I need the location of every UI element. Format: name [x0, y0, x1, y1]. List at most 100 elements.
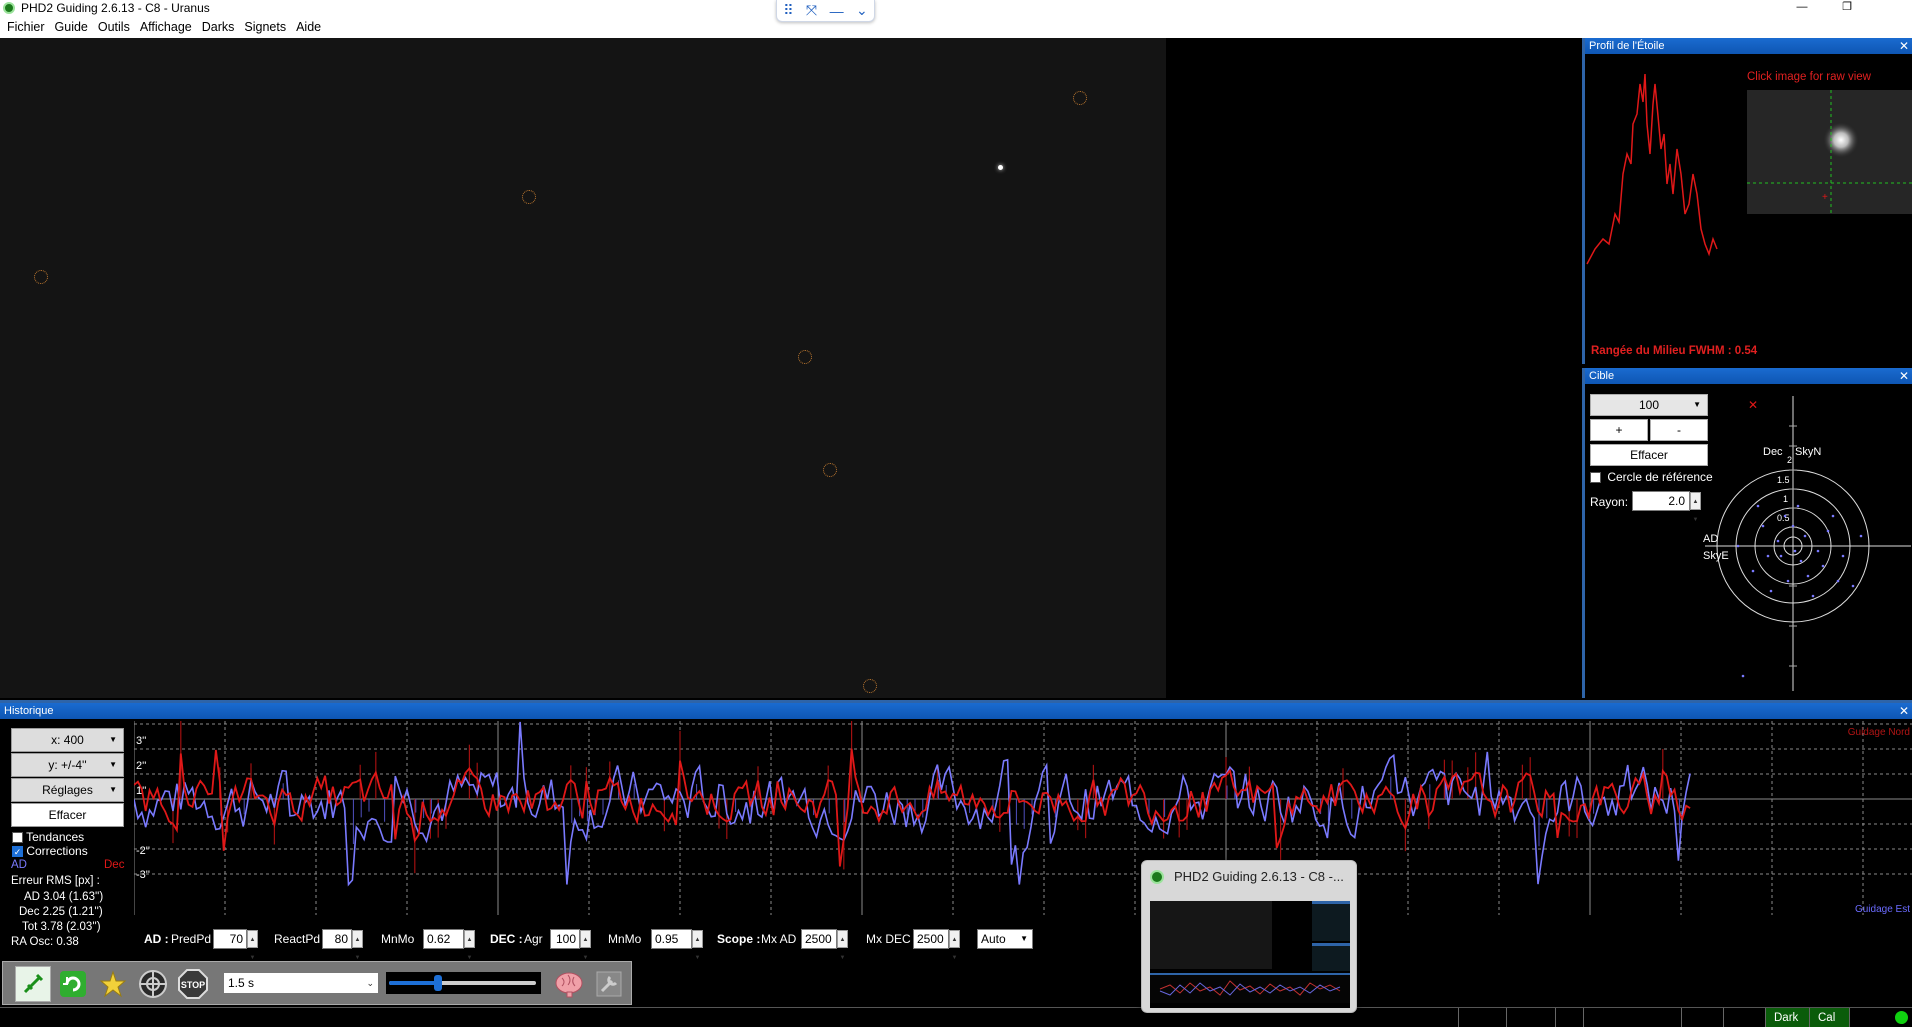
main-toolbar: STOP 1.5 s ⌄: [2, 961, 632, 1005]
predpd-value: 70: [229, 932, 243, 946]
trends-label: Tendances: [26, 830, 85, 844]
mxad-input[interactable]: 2500 ▲ ▼: [801, 929, 848, 961]
raw-view-hint: Click image for raw view: [1747, 71, 1871, 83]
x-scale-dropdown[interactable]: x: 400 ▼: [11, 728, 124, 752]
lock-position-icon: +: [1822, 192, 1828, 203]
pane-header: Historique ✕: [0, 703, 1912, 719]
loop-button[interactable]: [55, 966, 91, 1002]
mnmo-ra-input[interactable]: 0.62 ▲ ▼: [423, 929, 475, 961]
snap-layout-widget[interactable]: ⠿ ⤧ — ⌄: [776, 0, 875, 22]
star-marker[interactable]: [34, 270, 48, 284]
title-bar: PHD2 Guiding 2.6.13 - C8 - Uranus — ❐: [0, 0, 1912, 16]
history-clear-button[interactable]: Effacer: [11, 803, 124, 827]
predpd-spinner[interactable]: ▲ ▼: [247, 930, 258, 961]
status-bar: Dark Cal: [0, 1007, 1912, 1027]
auto-select-star-button[interactable]: [95, 966, 131, 1002]
restore-button[interactable]: ❐: [1825, 0, 1869, 14]
cal-status: Cal: [1809, 1008, 1849, 1027]
brain-settings-button[interactable]: [551, 966, 587, 1002]
guide-camera-image[interactable]: [0, 38, 1166, 698]
minimize-button[interactable]: —: [1780, 0, 1824, 14]
mnmo-dec-input[interactable]: 0.95 ▲ ▼: [651, 929, 703, 961]
close-icon[interactable]: ✕: [1899, 38, 1909, 54]
menu-guide[interactable]: Guide: [50, 20, 93, 34]
skyn-axis-label: SkyN: [1795, 446, 1821, 458]
ring-label-0-5: 0.5: [1777, 513, 1790, 523]
slider-fill: [389, 981, 438, 985]
gamma-slider[interactable]: [386, 972, 541, 994]
connection-led-icon: [1895, 1011, 1908, 1024]
close-icon[interactable]: ✕: [1899, 368, 1909, 384]
raw-star-svg: +: [1747, 90, 1912, 214]
wrench-icon: [596, 971, 622, 997]
y-tick: 2'': [136, 760, 146, 772]
dec-mode-dropdown[interactable]: Auto ▼: [977, 929, 1033, 949]
settings-label: Réglages: [42, 783, 93, 797]
target-pane: Cible ✕ 100 ▼ + - Effacer Cercle de réfé…: [1582, 368, 1912, 698]
corrections-checkbox-row[interactable]: ✓ Corrections: [12, 844, 88, 858]
trends-checkbox[interactable]: [12, 832, 23, 844]
zoom-in-button[interactable]: +: [1590, 419, 1648, 441]
raw-star-view[interactable]: +: [1747, 90, 1912, 214]
guide-star[interactable]: [998, 165, 1003, 170]
menu-outils[interactable]: Outils: [93, 20, 135, 34]
thumbnail-preview: [1150, 901, 1350, 1008]
stop-icon: STOP: [178, 969, 208, 999]
menu-aide[interactable]: Aide: [291, 20, 326, 34]
star-marker[interactable]: [823, 463, 837, 477]
y-scale-dropdown[interactable]: y: +/-4'' ▼: [11, 753, 124, 777]
mnmo-dec-spinner[interactable]: ▲ ▼: [692, 930, 703, 961]
radius-input[interactable]: 2.0 ▲ ▼: [1632, 491, 1701, 523]
mnmo-ra-spinner[interactable]: ▲ ▼: [464, 930, 475, 961]
menu-signets[interactable]: Signets: [239, 20, 291, 34]
stop-button[interactable]: STOP: [175, 966, 211, 1002]
trends-checkbox-row[interactable]: Tendances: [12, 830, 84, 844]
close-icon[interactable]: ✕: [1899, 703, 1909, 719]
guide-button[interactable]: [135, 966, 171, 1002]
mxad-spinner[interactable]: ▲ ▼: [837, 930, 848, 961]
menu-darks[interactable]: Darks: [197, 20, 240, 34]
star-marker[interactable]: [522, 190, 536, 204]
star-marker[interactable]: [863, 679, 877, 693]
chevron-down-icon[interactable]: ⌄: [856, 2, 868, 19]
star-marker[interactable]: [798, 350, 812, 364]
slider-thumb[interactable]: [433, 975, 442, 991]
connect-equipment-button[interactable]: [15, 966, 51, 1002]
agr-value: 100: [555, 932, 576, 946]
reactpd-input[interactable]: 80 ▲ ▼: [322, 929, 363, 961]
mxad-value: 2500: [805, 932, 832, 946]
thumbnail-title: PHD2 Guiding 2.6.13 - C8 -...: [1174, 869, 1344, 884]
mnmo-dec-label: MnMo: [608, 932, 642, 946]
raw-star-blob: [1823, 122, 1859, 158]
star-marker[interactable]: [1073, 91, 1087, 105]
exposure-dropdown[interactable]: 1.5 s ⌄: [223, 972, 379, 994]
taskbar-thumbnail[interactable]: PHD2 Guiding 2.6.13 - C8 -...: [1141, 860, 1357, 1013]
target-marker-icon: ✕: [1748, 398, 1758, 412]
menu-bar: Fichier Guide Outils Affichage Darks Sig…: [0, 16, 1912, 38]
mnmo-ra-label: MnMo: [381, 932, 415, 946]
menu-fichier[interactable]: Fichier: [2, 20, 50, 34]
shrink-icon[interactable]: ⤧: [806, 2, 817, 19]
target-clear-button[interactable]: Effacer: [1590, 444, 1708, 466]
agr-input[interactable]: 100 ▲ ▼: [550, 929, 591, 961]
target-zoom-dropdown[interactable]: 100 ▼: [1590, 394, 1708, 416]
mnmo-dec-value: 0.95: [655, 932, 679, 946]
predpd-input[interactable]: 70 ▲ ▼: [213, 929, 258, 961]
menu-affichage[interactable]: Affichage: [135, 20, 197, 34]
agr-spinner[interactable]: ▲ ▼: [580, 930, 591, 961]
mxdec-input[interactable]: 2500 ▲ ▼: [913, 929, 960, 961]
reactpd-spinner[interactable]: ▲ ▼: [352, 930, 363, 961]
corrections-checkbox[interactable]: ✓: [12, 846, 23, 858]
ref-circle-checkbox[interactable]: [1590, 472, 1601, 484]
zoom-value: 100: [1638, 398, 1660, 412]
correction-bars: [172, 721, 1680, 874]
minimize-icon[interactable]: —: [830, 3, 844, 19]
settings-dropdown[interactable]: Réglages ▼: [11, 778, 124, 802]
status-cell: [1723, 1008, 1732, 1027]
window-title: PHD2 Guiding 2.6.13 - C8 - Uranus: [21, 1, 210, 15]
status-cell: [1458, 1008, 1467, 1027]
grid-icon[interactable]: ⠿: [783, 2, 793, 19]
tools-button[interactable]: [591, 966, 627, 1002]
mxdec-spinner[interactable]: ▲ ▼: [949, 930, 960, 961]
pane-header: Cible ✕: [1585, 368, 1912, 384]
